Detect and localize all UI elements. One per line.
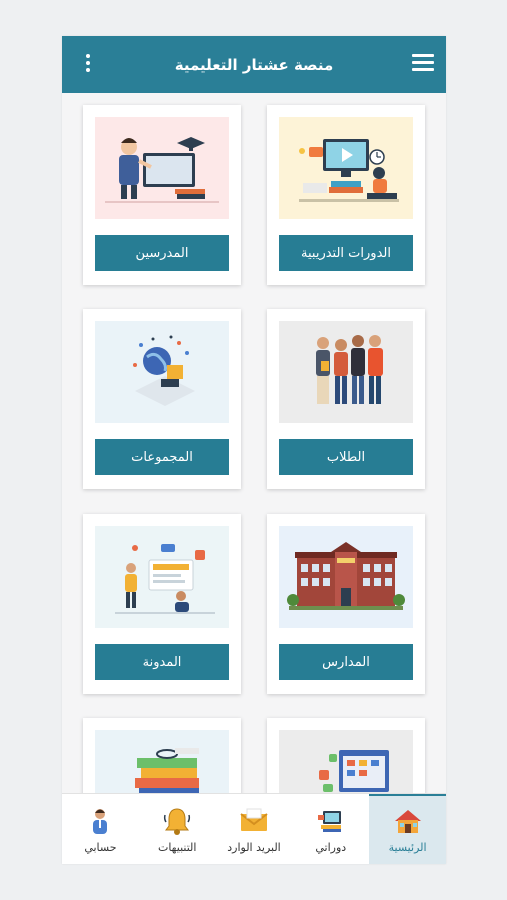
app-screen: منصة عشتار التعليمية الدورات التدريبية ا…: [62, 36, 446, 864]
card-label: المدرسين: [95, 235, 229, 271]
app-bar: منصة عشتار التعليمية: [62, 36, 446, 93]
account-icon: [93, 809, 108, 834]
nav-tab-notifications[interactable]: التنبيهات: [139, 794, 216, 864]
card-label: الدورات التدريبية: [279, 235, 413, 271]
training-courses-illustration: [279, 117, 413, 219]
nav-tab-my-courses[interactable]: دوراتي: [292, 794, 369, 864]
nav-label: دوراتي: [315, 841, 347, 854]
school-building-illustration: [279, 526, 413, 628]
more-vertical-icon[interactable]: [84, 54, 92, 76]
groups-illustration: [95, 321, 229, 423]
bell-icon: [164, 808, 191, 835]
nav-label: البريد الوارد: [227, 841, 281, 854]
card-teachers[interactable]: المدرسين: [83, 105, 241, 285]
students-illustration: [279, 321, 413, 423]
nav-tab-inbox[interactable]: البريد الوارد: [216, 794, 293, 864]
nav-tab-home[interactable]: الرئيسية: [369, 794, 446, 864]
blog-illustration: [95, 526, 229, 628]
nav-label: حسابي: [84, 841, 117, 854]
card-label: المجموعات: [95, 439, 229, 475]
hamburger-menu-icon[interactable]: [412, 54, 434, 74]
home-icon: [394, 810, 421, 833]
nav-label: الرئيسية: [388, 841, 427, 854]
nav-tab-account[interactable]: حسابي: [62, 794, 139, 864]
card-groups[interactable]: المجموعات: [83, 309, 241, 489]
card-students[interactable]: الطلاب: [267, 309, 425, 489]
teacher-illustration: [95, 117, 229, 219]
app-title: منصة عشتار التعليمية: [174, 55, 334, 74]
card-blog[interactable]: المدونة: [83, 514, 241, 694]
card-label: المدونة: [95, 644, 229, 680]
card-training-courses[interactable]: الدورات التدريبية: [267, 105, 425, 285]
card-label: المدارس: [279, 644, 413, 680]
my-courses-icon: [317, 811, 341, 832]
card-schools[interactable]: المدارس: [267, 514, 425, 694]
inbox-mail-icon: [240, 808, 268, 831]
bottom-navigation: الرئيسية دوراتي البريد الوارد التنبيهات …: [62, 793, 446, 864]
card-label: الطلاب: [279, 439, 413, 475]
nav-label: التنبيهات: [157, 841, 197, 854]
